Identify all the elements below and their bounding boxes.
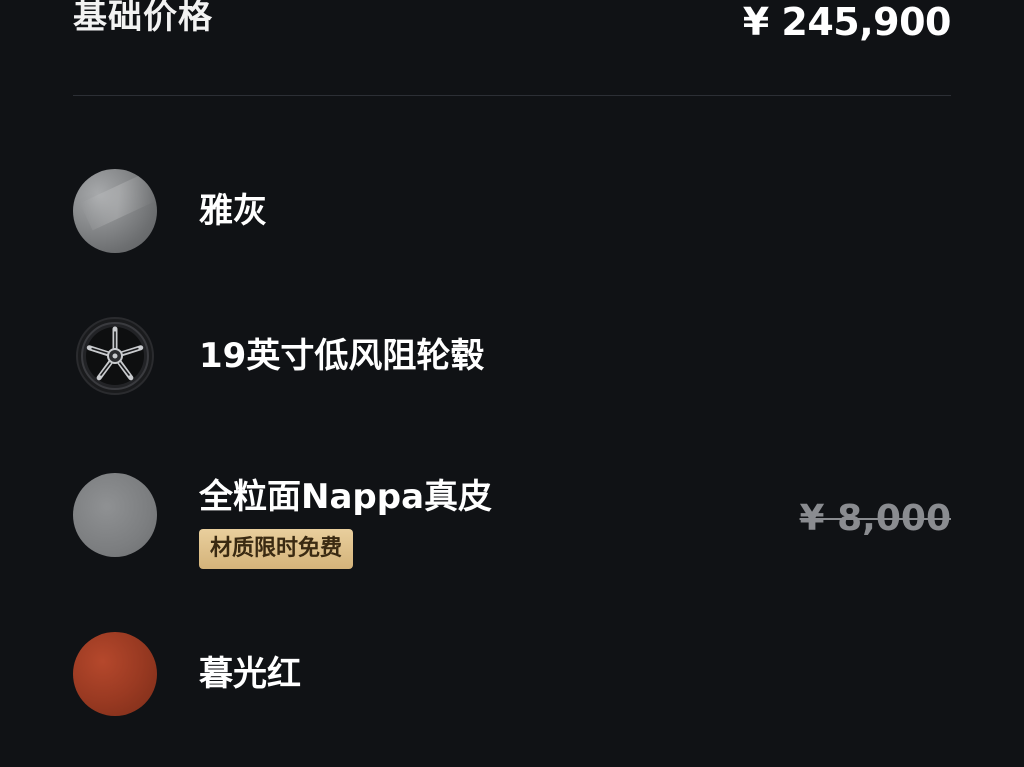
free-promo-badge: 材质限时免费 bbox=[199, 529, 354, 569]
configuration-summary: 基础价格 ¥ 245,900 雅灰 19英寸低风阻轮毂 全粒面Nappa真皮 材… bbox=[0, 0, 1024, 767]
option-name: 19英寸低风阻轮毂 bbox=[199, 336, 485, 376]
base-price-value: ¥ 245,900 bbox=[742, 0, 952, 44]
original-price-strikethrough: ¥ 8,000 bbox=[799, 498, 951, 539]
leather-swatch bbox=[73, 473, 157, 557]
wheel-icon bbox=[73, 314, 157, 398]
option-name: 暮光红 bbox=[199, 654, 301, 694]
divider bbox=[73, 95, 951, 96]
option-paint-red[interactable]: 暮光红 bbox=[73, 632, 951, 716]
option-paint-gray[interactable]: 雅灰 bbox=[73, 169, 951, 253]
base-price-label: 基础价格 bbox=[73, 0, 213, 37]
option-interior-leather[interactable]: 全粒面Nappa真皮 材质限时免费 ¥ 8,000 bbox=[73, 473, 951, 569]
option-wheels[interactable]: 19英寸低风阻轮毂 bbox=[73, 314, 951, 398]
gray-paint-swatch bbox=[73, 169, 157, 253]
option-name: 全粒面Nappa真皮 bbox=[199, 477, 493, 517]
red-paint-swatch bbox=[73, 632, 157, 716]
base-price-row: 基础价格 ¥ 245,900 bbox=[73, 0, 952, 48]
option-name: 雅灰 bbox=[199, 191, 267, 231]
